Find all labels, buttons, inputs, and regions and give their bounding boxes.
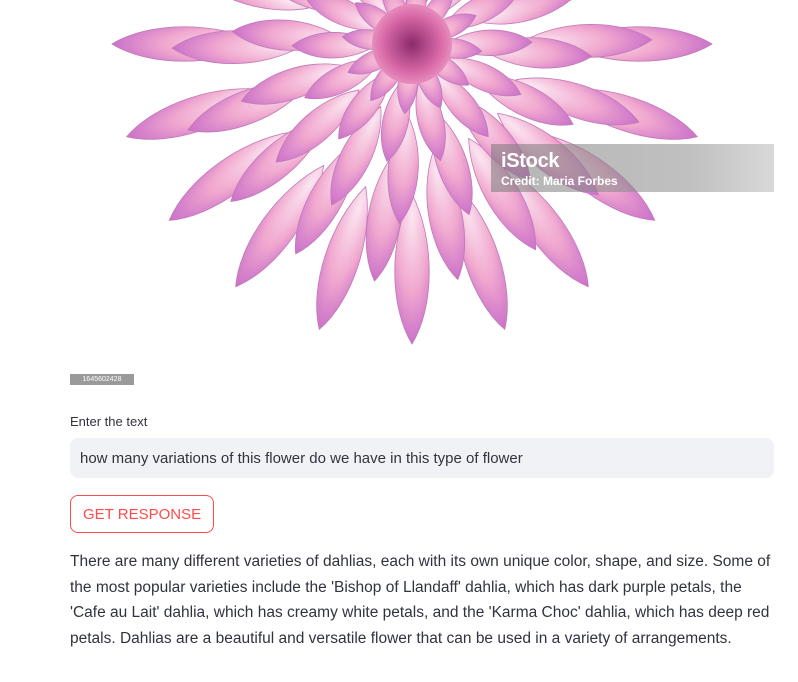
petal [184, 0, 309, 11]
petal [549, 0, 702, 14]
app-page: iStock Credit: Maria Forbes 1645602428 E… [0, 0, 798, 682]
watermark-brand: iStock [501, 150, 560, 172]
get-response-button[interactable]: GET RESPONSE [70, 495, 215, 533]
dahlia-illustration [111, 0, 713, 345]
text-input[interactable] [70, 438, 774, 478]
input-label: Enter the text [70, 414, 148, 429]
istock-watermark: iStock Credit: Maria Forbes [491, 144, 774, 192]
flower-image: iStock Credit: Maria Forbes 1645602428 [70, 0, 774, 388]
flower-center [372, 4, 452, 84]
watermark-credit: Credit: Maria Forbes [501, 174, 618, 188]
response-text: There are many different varieties of da… [70, 553, 771, 648]
image-id-tag: 1645602428 [70, 374, 134, 385]
